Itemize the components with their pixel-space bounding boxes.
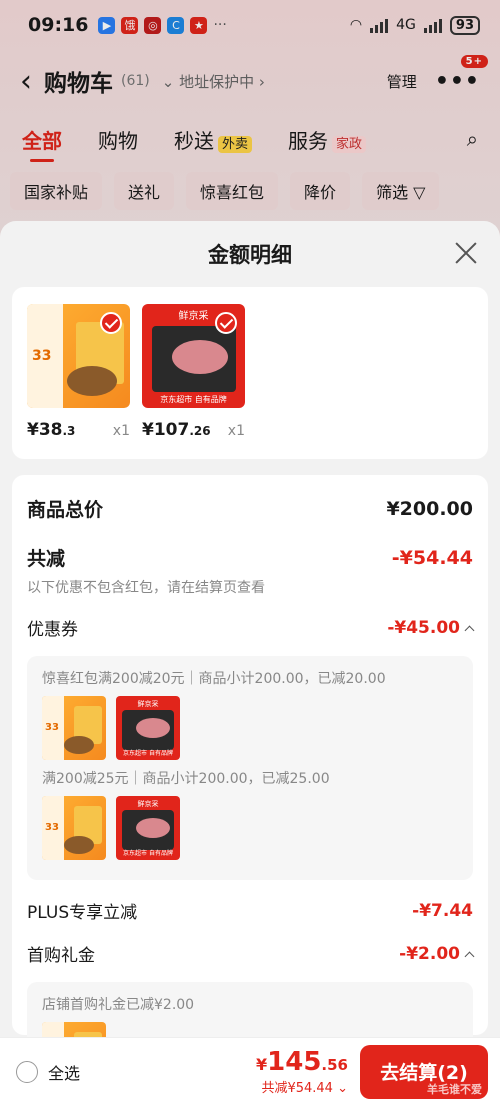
close-icon[interactable] [454,241,478,265]
plus-label: PLUS专享立减 [27,903,138,923]
coupon-value: -¥45.00 [387,617,475,638]
product-thumb: 鲜京采京东超市 自有品牌 [116,796,180,860]
chevron-up-icon [464,625,475,635]
plus-row: PLUS专享立减 -¥7.44 [27,898,473,924]
item-quantity: x1 [112,423,130,439]
product-art-meat [136,718,170,738]
product-art-meat [172,340,228,374]
payable-amount: ¥145.56 共减¥54.44 ⌄ [256,1047,348,1096]
payable-total: ¥145.56 [256,1047,348,1077]
reduce-row: 共减 -¥54.44 [27,522,473,571]
product-brand-foot: 京东超市 自有品牌 [160,395,227,404]
item-price-decimal: .3 [62,424,76,438]
reduce-label: 共减 [27,548,66,570]
chevron-down-icon: ⌄ [337,1081,348,1096]
first-purchase-value-text: -¥2.00 [399,943,460,964]
first-purchase-row[interactable]: 首购礼金 -¥2.00 [27,941,475,966]
coupon-row[interactable]: 优惠券 -¥45.00 [27,615,475,640]
coupon-detail: 惊喜红包满200减20元｜商品小计200.00，已减20.00 33 鲜京采京东… [27,656,473,880]
product-item[interactable]: 鲜京采 京东超市 自有品牌 ¥107.26 x1 [142,304,245,442]
product-thumb: 33 [42,796,106,860]
product-item[interactable]: 33 ¥38.3 x1 [27,304,130,442]
item-quantity: x1 [227,423,245,439]
reduced-summary[interactable]: 共减¥54.44 ⌄ [256,1077,348,1096]
coupon-products: 33 鲜京采京东超市 自有品牌 [42,796,458,860]
first-purchase-value: -¥2.00 [399,943,475,964]
product-art-number: 33 [32,348,52,364]
checkout-bar: 全选 ¥145.56 共减¥54.44 ⌄ 去结算(2) 羊毛谁不爱 [0,1037,500,1105]
product-brand-label: 鲜京采 [137,800,159,808]
product-image: 33 [27,304,130,408]
payable-integer: 145 [267,1047,322,1077]
select-all-radio[interactable] [16,1060,38,1083]
reduce-value: -¥54.44 [391,546,473,569]
amount-detail-sheet: 金额明细 33 ¥38.3 x1 鲜京采 京东超市 自有品牌 ¥107 .26 … [0,221,500,1105]
total-label: 商品总价 [27,499,104,521]
coupon-line: 惊喜红包满200减20元｜商品小计200.00，已减20.00 [42,671,386,687]
first-purchase-label: 首购礼金 [27,946,95,966]
chevron-up-icon [464,951,475,961]
product-art-meat [136,818,170,838]
reduce-note: 以下优惠不包含红包，请在结算页查看 [27,580,265,596]
checked-icon[interactable] [100,312,122,334]
selected-items: 33 ¥38.3 x1 鲜京采 京东超市 自有品牌 ¥107.26 x1 [12,287,488,459]
product-art-bowl [64,736,94,754]
first-purchase-note: 店铺首购礼金已减¥2.00 [42,997,195,1013]
total-value: ¥200.00 [386,497,473,520]
plus-value: -¥7.44 [412,900,473,921]
payable-decimal: .56 [321,1056,348,1074]
coupon-line: 满200减25元｜商品小计200.00，已减25.00 [42,771,330,787]
item-price: ¥107 [142,420,190,440]
product-thumb: 33 [42,696,106,760]
product-thumb: 鲜京采京东超市 自有品牌 [116,696,180,760]
product-art-bowl [67,366,117,396]
checkout-button[interactable]: 去结算(2) 羊毛谁不爱 [360,1044,488,1099]
product-brand-foot: 京东超市 自有品牌 [123,850,173,857]
price-summary: 商品总价 ¥200.00 共减 -¥54.44 以下优惠不包含红包，请在结算页查… [12,475,488,1105]
item-price-decimal: .26 [189,424,211,438]
coupon-value-text: -¥45.00 [387,617,460,638]
coupon-products: 33 鲜京采京东超市 自有品牌 [42,696,458,760]
select-all-label[interactable]: 全选 [48,1060,80,1084]
product-image: 鲜京采 京东超市 自有品牌 [142,304,245,408]
sheet-header: 金额明细 [0,221,500,287]
product-brand-label: 鲜京采 [137,700,159,708]
reduced-text: 共减¥54.44 [261,1081,333,1096]
checked-icon[interactable] [215,312,237,334]
watermark-text: 羊毛谁不爱 [427,1082,482,1096]
sheet-title: 金额明细 [208,243,292,267]
product-brand-foot: 京东超市 自有品牌 [123,750,173,757]
product-art-number: 33 [45,822,59,833]
product-art-number: 33 [45,722,59,733]
coupon-label: 优惠券 [27,620,78,640]
currency-symbol: ¥ [256,1055,268,1074]
total-row: 商品总价 ¥200.00 [27,475,473,522]
item-price: ¥38 [27,420,63,440]
product-art-bowl [64,836,94,854]
